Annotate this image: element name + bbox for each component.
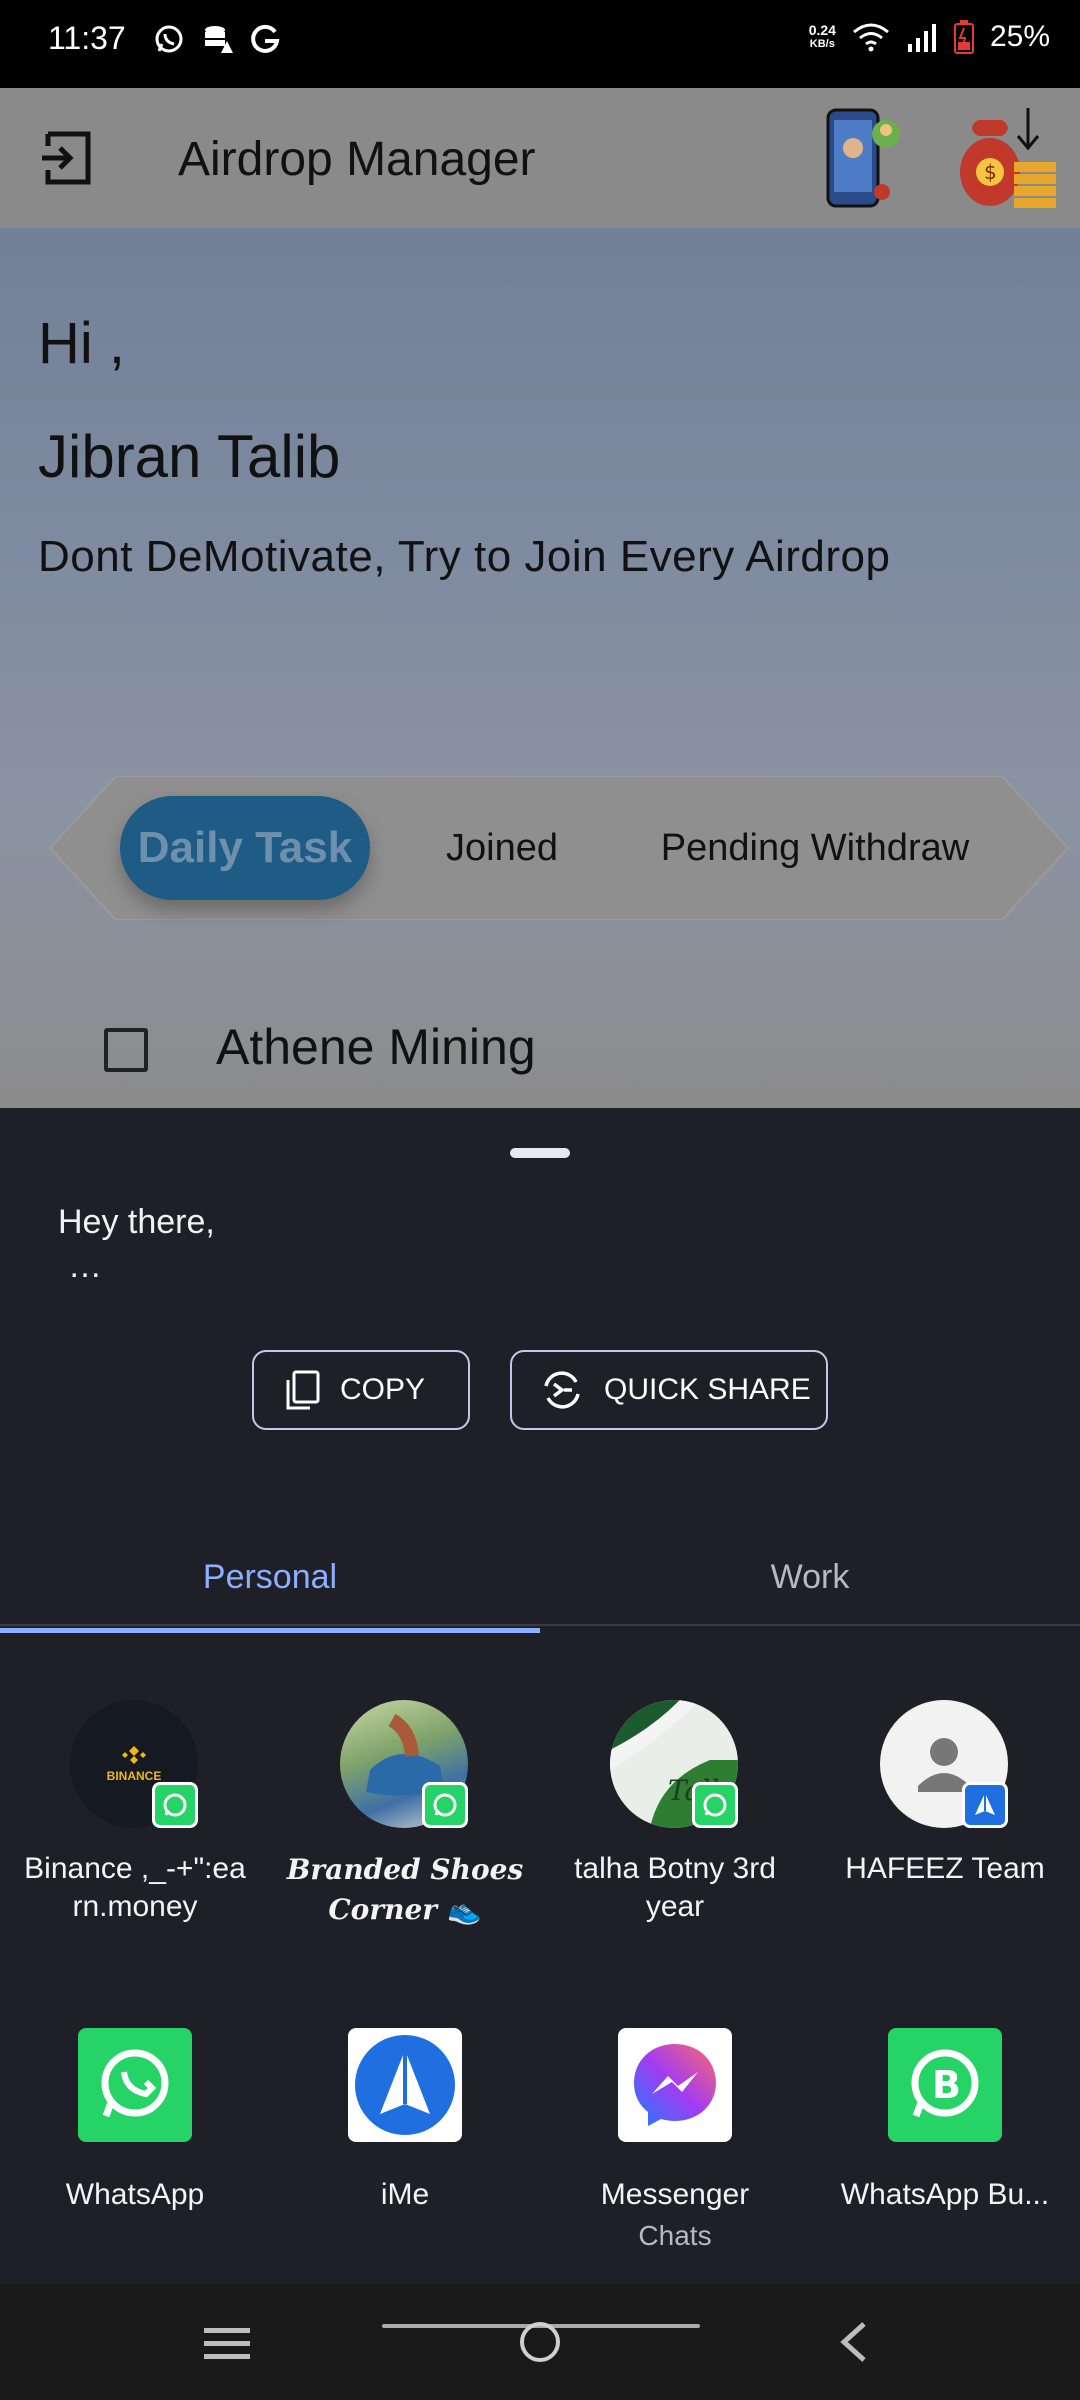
whatsapp-icon: [152, 22, 186, 56]
tab-personal[interactable]: Personal: [0, 1528, 540, 1626]
task-checkbox[interactable]: [104, 1028, 148, 1072]
app-title: Airdrop Manager: [178, 133, 536, 186]
app-bar: Airdrop Manager $: [0, 88, 1080, 228]
phone-illustration-icon: [826, 108, 900, 208]
greeting: Hi ,: [38, 311, 125, 376]
logout-icon[interactable]: [40, 130, 96, 186]
avatar-brand-text: BINANCE: [106, 1769, 162, 1783]
battery-percent: 25%: [989, 20, 1050, 53]
tab-joined[interactable]: Joined: [430, 796, 574, 900]
svg-text:$: $: [984, 160, 997, 184]
quick-share-label: QUICK SHARE: [604, 1373, 811, 1406]
whatsapp-icon: [78, 2028, 192, 2142]
target-label: HAFEEZ Team: [845, 1852, 1045, 1885]
wifi-icon: [853, 23, 889, 52]
copy-button[interactable]: COPY: [252, 1350, 470, 1430]
net-speed: 0.24 KB/s: [808, 22, 836, 50]
home-icon[interactable]: [520, 2322, 560, 2362]
binance-logo-icon: [122, 1746, 146, 1764]
app-label: iMe: [380, 2178, 430, 2211]
share-text-line1: Hey there,: [58, 1203, 215, 1241]
app-label: Messenger: [600, 2178, 750, 2211]
share-sheet: Hey there, … COPY QUICK SHARE Personal W…: [0, 1108, 1080, 2284]
profile-tabs: Personal Work: [0, 1528, 1080, 1626]
status-time: 11:37: [48, 20, 126, 56]
whatsapp-badge-icon: [152, 1782, 198, 1828]
status-right: 0.24 KB/s 25%: [809, 20, 1050, 54]
copy-icon: [286, 1370, 320, 1410]
ime-badge-icon: [962, 1782, 1008, 1828]
status-bar: 11:37 0.24 KB/s 25%: [0, 0, 1080, 88]
tab-pending-withdraw[interactable]: Pending Withdraw: [640, 796, 990, 900]
app-background: Airdrop Manager $ Hi , Jibran Talib Dont…: [0, 88, 1080, 1108]
ime-icon: [348, 2028, 462, 2142]
messenger-icon: [618, 2028, 732, 2142]
navigation-bar: [0, 2284, 1080, 2400]
tab-daily-task[interactable]: Daily Task: [120, 796, 370, 900]
share-preview-text: Hey there, …: [58, 1200, 215, 1288]
notification-icons: [152, 22, 282, 56]
drag-handle[interactable]: [510, 1148, 570, 1158]
user-name: Jibran Talib: [38, 423, 341, 490]
motto-text: Dont DeMotivate, Try to Join Every Airdr…: [38, 532, 891, 581]
app-label: WhatsApp: [65, 2178, 205, 2211]
whatsapp-business-icon: B: [888, 2028, 1002, 2142]
target-label: Binance ,_-+":ea rn.money: [24, 1852, 246, 1923]
tab-work[interactable]: Work: [540, 1528, 1080, 1626]
whatsapp-badge-icon: [422, 1782, 468, 1828]
recent-apps-icon[interactable]: [204, 2324, 250, 2364]
quick-share-icon: [544, 1371, 580, 1409]
money-bag-icon: $: [960, 108, 1056, 208]
google-icon: [248, 22, 282, 56]
app-sublabel: Chats: [638, 2220, 712, 2251]
whatsapp-badge-icon: [692, 1782, 738, 1828]
share-text-line2: …: [68, 1247, 102, 1285]
battery-icon: [953, 20, 974, 54]
back-icon[interactable]: [834, 2320, 874, 2364]
target-label: Branded Shoes Corner 👟: [286, 1853, 524, 1926]
signal-icon: [907, 24, 936, 52]
copy-label: COPY: [340, 1373, 426, 1406]
task-label: Athene Mining: [216, 1019, 536, 1075]
app-label: WhatsApp Bu...: [840, 2178, 1050, 2211]
tab-indicator: [0, 1628, 540, 1633]
svg-text:B: B: [932, 2063, 961, 2107]
database-icon: [200, 22, 234, 56]
quick-share-button[interactable]: QUICK SHARE: [510, 1350, 828, 1430]
target-label: talha Botny 3rd year: [574, 1852, 776, 1923]
